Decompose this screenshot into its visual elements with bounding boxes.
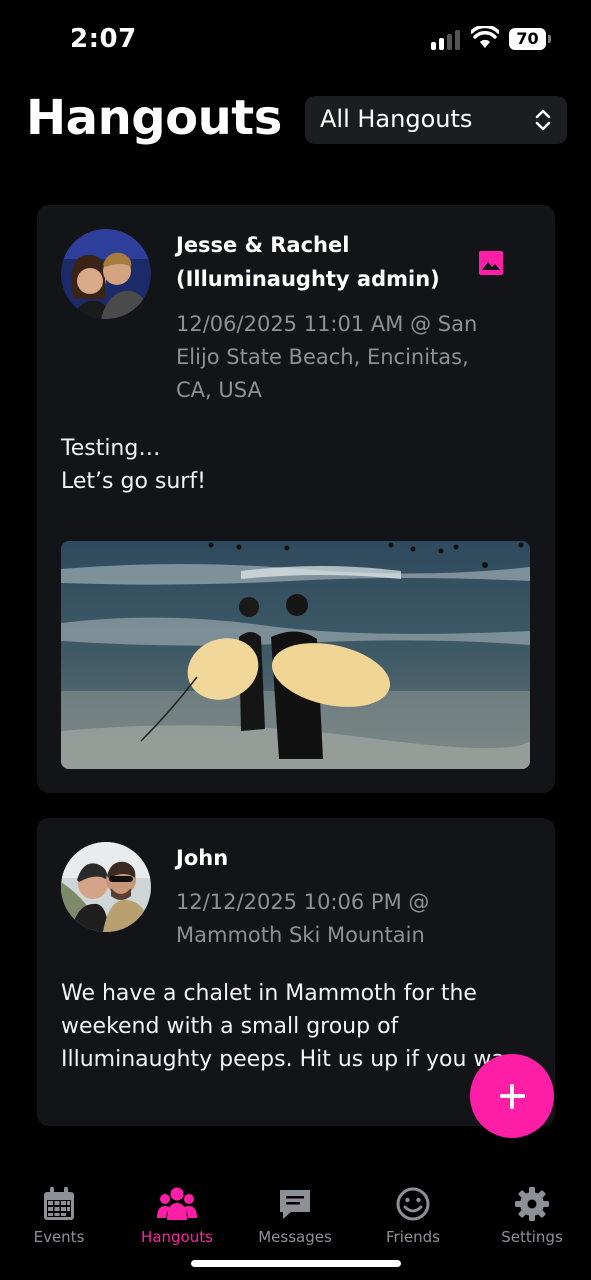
wifi-icon — [471, 26, 499, 48]
tab-hangouts[interactable]: Hangouts — [118, 1186, 236, 1250]
post-body-line: Illuminaughty peeps. Hit us up if you wa — [61, 1047, 505, 1072]
author-name: Jesse & Rachel — [176, 233, 350, 257]
surfers-photo — [61, 541, 530, 769]
tab-label: Settings — [501, 1228, 563, 1246]
avatar[interactable] — [61, 229, 151, 319]
add-hangout-button[interactable] — [470, 1054, 554, 1138]
post-author: John — [176, 846, 229, 870]
avatar[interactable] — [61, 842, 151, 932]
calendar-icon — [44, 1187, 74, 1220]
home-indicator — [191, 1260, 401, 1267]
post-author: Jesse & Rachel (Illuminaughty admin) — [176, 228, 440, 296]
tab-settings[interactable]: Settings — [473, 1186, 591, 1250]
tab-events[interactable]: Events — [0, 1186, 118, 1250]
tab-label: Messages — [258, 1228, 332, 1246]
page-title: Hangouts — [26, 90, 282, 146]
post-location-country: CA, USA — [176, 378, 262, 402]
gear-icon — [515, 1187, 549, 1221]
people-icon — [157, 1187, 197, 1220]
post-location: Elijo State Beach, Encinitas, — [176, 345, 469, 369]
chat-icon — [280, 1190, 310, 1219]
chevron-up-down-icon — [535, 109, 551, 131]
post-body-line: Testing… — [61, 436, 161, 461]
status-bar: 2:07 70 — [0, 0, 591, 80]
tab-messages[interactable]: Messages — [236, 1186, 354, 1250]
battery-icon: 70 — [509, 28, 551, 50]
post-body-line: weekend with a small group of — [61, 1014, 399, 1039]
post-body-line: We have a chalet in Mammoth for the — [61, 981, 477, 1006]
post-body: We have a chalet in Mammoth for the week… — [61, 977, 505, 1076]
status-time: 2:07 — [70, 24, 137, 54]
tab-label: Hangouts — [141, 1228, 213, 1246]
post-meta: 12/06/2025 11:01 AM @ San Elijo State Be… — [176, 308, 477, 407]
photo-icon — [479, 251, 503, 275]
battery-level: 70 — [516, 29, 539, 48]
avatar-photo — [61, 229, 151, 319]
post-meta: 12/12/2025 10:06 PM @ Mammoth Ski Mounta… — [176, 886, 429, 952]
post-image[interactable] — [61, 541, 530, 769]
author-role: (Illuminaughty admin) — [176, 267, 440, 291]
smiley-icon — [396, 1187, 430, 1221]
tab-label: Events — [33, 1228, 85, 1246]
tab-label: Friends — [386, 1228, 440, 1246]
post-body-line: Let’s go surf! — [61, 469, 206, 494]
post-location: Mammoth Ski Mountain — [176, 923, 425, 947]
hangout-filter-select[interactable]: All Hangouts — [305, 96, 567, 144]
avatar-photo — [61, 842, 151, 932]
post-datetime-location: 12/06/2025 11:01 AM @ San — [176, 312, 478, 336]
hangout-card[interactable]: Jesse & Rachel (Illuminaughty admin) 12/… — [37, 205, 555, 793]
tab-friends[interactable]: Friends — [354, 1186, 472, 1250]
cellular-signal-icon — [431, 30, 463, 50]
post-datetime-location: 12/12/2025 10:06 PM @ — [176, 890, 430, 914]
post-body: Testing… Let’s go surf! — [61, 432, 206, 498]
filter-value: All Hangouts — [320, 105, 473, 133]
